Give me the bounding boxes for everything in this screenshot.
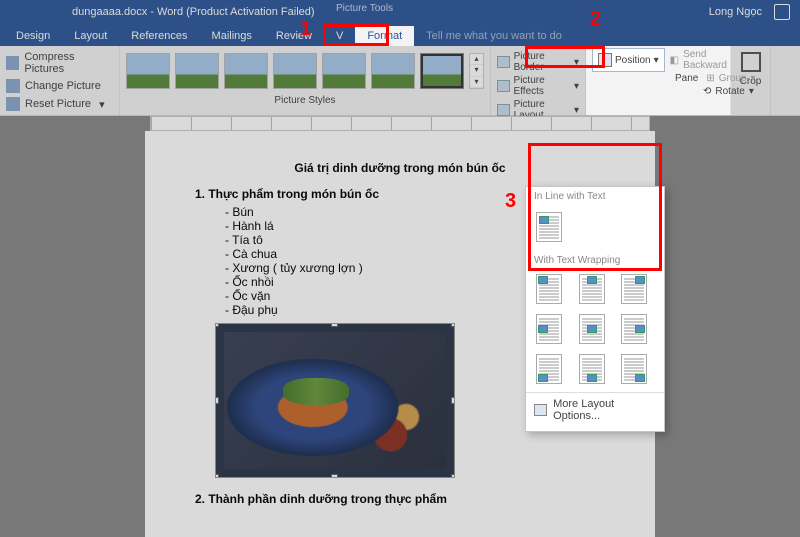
position-icon	[598, 53, 612, 67]
ribbon-tabs: Design Layout References Mailings Review…	[0, 24, 800, 46]
compress-pictures-button[interactable]: Compress Pictures	[6, 49, 113, 77]
resize-handle[interactable]	[331, 323, 338, 327]
annotation-number: 3	[505, 190, 516, 213]
position-dropdown: In Line with Text With Text Wrapping Mor…	[525, 186, 665, 432]
group-label: Picture Styles	[126, 95, 484, 106]
layout-options-icon	[534, 404, 547, 416]
position-bottom-left[interactable]	[536, 354, 562, 384]
resize-handle[interactable]	[451, 397, 455, 404]
picture-style-thumb[interactable]	[371, 53, 415, 89]
reset-picture-button[interactable]: Reset Picture ▾	[6, 95, 113, 113]
picture-effects-button[interactable]: Picture Effects ▾	[497, 74, 579, 98]
position-top-right[interactable]	[621, 274, 647, 304]
page-title: Giá trị dinh dưỡng trong món bún ốc	[195, 161, 605, 175]
tab-references[interactable]: References	[119, 26, 199, 46]
change-picture-icon	[6, 79, 20, 93]
picture-style-thumb[interactable]	[273, 53, 317, 89]
resize-handle[interactable]	[451, 474, 455, 478]
crop-icon	[741, 52, 761, 72]
group-adjust: Compress Pictures Change Picture Reset P…	[0, 46, 120, 115]
document-area: Giá trị dinh dưỡng trong món bún ốc 1. T…	[0, 116, 800, 537]
tab-review[interactable]: Review	[264, 26, 324, 46]
position-middle-center[interactable]	[579, 314, 605, 344]
reset-picture-icon	[6, 97, 20, 111]
picture-styles-more-button[interactable]: ▴▾▾	[469, 53, 484, 89]
position-middle-left[interactable]	[536, 314, 562, 344]
position-middle-right[interactable]	[621, 314, 647, 344]
picture-style-thumb[interactable]	[126, 53, 170, 89]
resize-handle[interactable]	[215, 474, 219, 478]
ribbon: Compress Pictures Change Picture Reset P…	[0, 46, 800, 116]
dropdown-section-header: With Text Wrapping	[526, 251, 664, 270]
picture-style-thumb[interactable]	[224, 53, 268, 89]
resize-handle[interactable]	[331, 474, 338, 478]
tab-view[interactable]: V	[324, 26, 355, 46]
position-button[interactable]: Position ▾	[592, 48, 665, 72]
user-icon[interactable]	[774, 4, 790, 20]
document-title: dungaaaa.docx - Word (Product Activation…	[72, 6, 315, 18]
group-picture-format: Picture Border ▾ Picture Effects ▾ Pictu…	[491, 46, 586, 115]
position-bottom-right[interactable]	[621, 354, 647, 384]
resize-handle[interactable]	[451, 323, 455, 327]
selection-pane-button[interactable]: Pane	[672, 72, 701, 85]
effects-icon	[497, 80, 510, 92]
dropdown-section-header: In Line with Text	[526, 187, 664, 206]
position-top-left[interactable]	[536, 274, 562, 304]
tab-design[interactable]: Design	[4, 26, 62, 46]
position-bottom-center[interactable]	[579, 354, 605, 384]
group-picture-styles: ▴▾▾ Picture Styles	[120, 46, 491, 115]
compress-icon	[6, 56, 19, 70]
send-backward-button[interactable]: ◧ Send Backward	[667, 48, 730, 72]
inserted-picture[interactable]	[215, 323, 455, 478]
rotate-button[interactable]: ⟲ Rotate ▾	[700, 85, 757, 98]
more-layout-options-button[interactable]: More Layout Options...	[526, 392, 664, 427]
position-wrapping-grid	[526, 270, 664, 388]
change-picture-button[interactable]: Change Picture	[6, 77, 113, 95]
picture-border-button[interactable]: Picture Border ▾	[497, 50, 579, 74]
contextual-tab-label: Picture Tools	[336, 3, 393, 14]
resize-handle[interactable]	[215, 323, 219, 327]
border-icon	[497, 56, 510, 68]
picture-style-thumb[interactable]	[175, 53, 219, 89]
group-button[interactable]: ⊞ Group ▾	[703, 72, 758, 85]
tab-mailings[interactable]: Mailings	[200, 26, 264, 46]
position-inline-option[interactable]	[536, 212, 562, 242]
picture-style-thumb[interactable]	[322, 53, 366, 89]
horizontal-ruler[interactable]	[150, 116, 650, 131]
tell-me-search[interactable]: Tell me what you want to do	[414, 26, 574, 46]
tab-layout[interactable]: Layout	[62, 26, 119, 46]
user-name: Long Ngọc	[709, 6, 762, 18]
tab-format[interactable]: Format	[355, 26, 414, 46]
annotation-number: 1	[300, 18, 311, 41]
title-bar: dungaaaa.docx - Word (Product Activation…	[0, 0, 800, 24]
position-top-center[interactable]	[579, 274, 605, 304]
layout-icon	[497, 104, 510, 116]
resize-handle[interactable]	[215, 397, 219, 404]
section-heading: 2. Thành phần dinh dưỡng trong thực phẩm	[195, 492, 605, 506]
annotation-number: 2	[590, 8, 601, 31]
picture-style-thumb[interactable]	[420, 53, 464, 89]
group-arrange: Position ▾ ◧ Send Backward Pane ⊞ Group …	[586, 46, 731, 115]
